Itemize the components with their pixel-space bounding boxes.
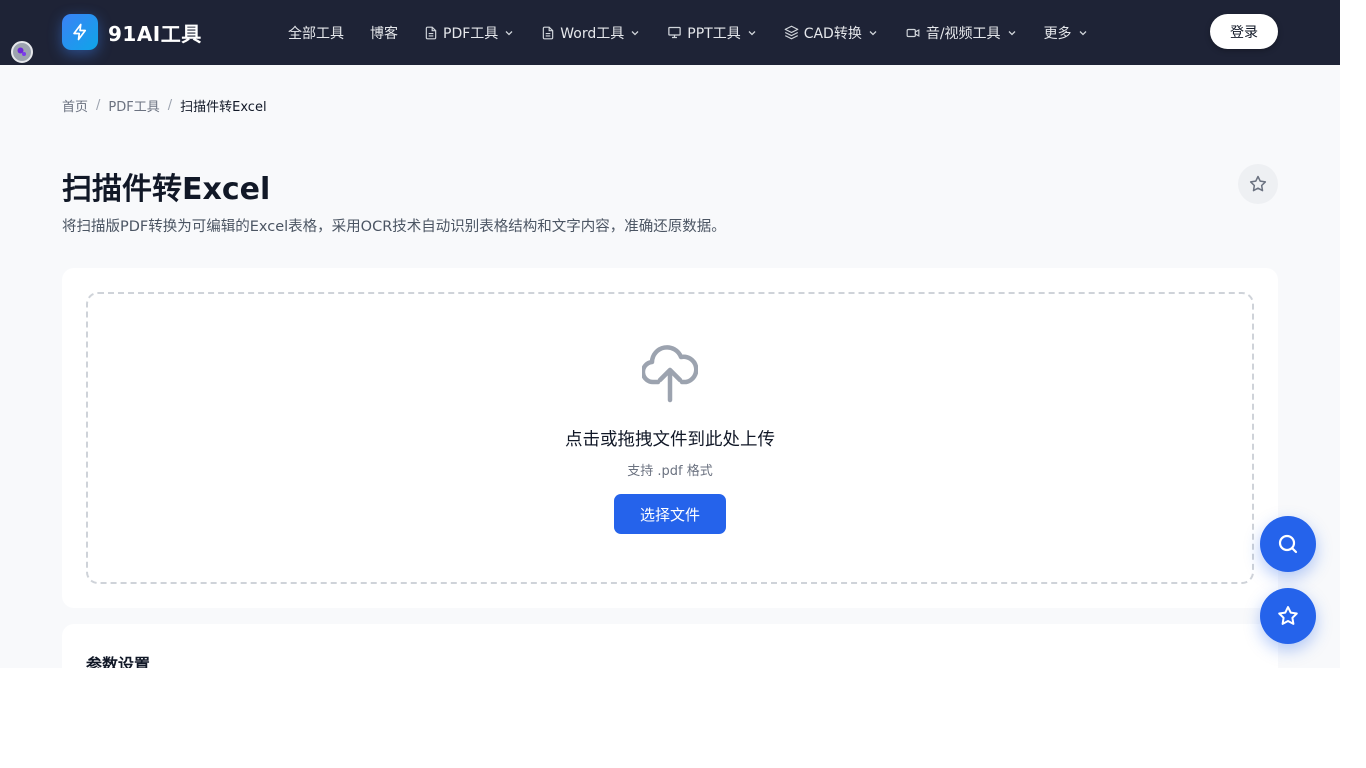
floating-favorite-button[interactable] — [1260, 588, 1316, 644]
breadcrumb-home[interactable]: 首页 — [62, 96, 88, 115]
chevron-down-icon — [505, 30, 513, 35]
nav-av-tools[interactable]: 音/视频工具 — [905, 23, 1018, 43]
nav-label: Word工具 — [560, 25, 625, 42]
nav-more[interactable]: 更多 — [1044, 23, 1089, 43]
presentation-icon — [668, 26, 682, 39]
nav-pdf-tools[interactable]: PDF工具 — [424, 23, 515, 43]
nav-label: CAD转换 — [803, 25, 862, 42]
nav-label: 全部工具 — [288, 25, 344, 42]
lightning-icon — [62, 14, 98, 50]
page-viewport: 91AI工具 全部工具 博客 PDF工具 Word工具 PPT工具 CAD转换 … — [0, 0, 1340, 668]
nav-label: 博客 — [370, 25, 398, 42]
site-logo[interactable]: 91AI工具 — [62, 14, 202, 50]
login-button[interactable]: 登录 — [1210, 14, 1278, 49]
nav-word-tools[interactable]: Word工具 — [541, 23, 641, 43]
file-icon — [425, 26, 437, 39]
nav-all-tools[interactable]: 全部工具 — [288, 23, 344, 43]
params-card: 参数设置 — [62, 624, 1278, 668]
nav-blog[interactable]: 博客 — [370, 23, 398, 43]
video-icon — [906, 28, 920, 37]
main-nav: 全部工具 博客 PDF工具 Word工具 PPT工具 CAD转换 音/视频工具 … — [288, 0, 1115, 65]
extension-badge-icon[interactable] — [11, 41, 33, 63]
favorite-button[interactable] — [1238, 164, 1278, 204]
star-icon — [1249, 175, 1267, 192]
nav-label: 更多 — [1043, 25, 1072, 42]
search-icon — [1278, 534, 1298, 554]
nav-label: PPT工具 — [687, 25, 741, 42]
floating-search-button[interactable] — [1260, 516, 1316, 572]
cloud-upload-icon — [642, 345, 698, 403]
nav-ppt-tools[interactable]: PPT工具 — [667, 23, 757, 43]
upload-format-hint: 支持 .pdf 格式 — [627, 464, 713, 479]
logo-text: 91AI工具 — [108, 21, 202, 46]
nav-label: PDF工具 — [443, 25, 499, 42]
chevron-down-icon — [1079, 30, 1087, 35]
nav-label: 音/视频工具 — [925, 25, 1001, 42]
upload-title: 点击或拖拽文件到此处上传 — [565, 430, 775, 450]
chevron-down-icon — [748, 30, 756, 35]
chevron-down-icon — [631, 30, 639, 35]
layers-icon — [784, 25, 799, 40]
breadcrumb-separator: / — [96, 98, 101, 113]
chevron-down-icon — [1008, 30, 1016, 35]
breadcrumb-current: 扫描件转Excel — [180, 100, 267, 115]
top-navbar: 91AI工具 全部工具 博客 PDF工具 Word工具 PPT工具 CAD转换 … — [0, 0, 1340, 65]
star-icon — [1278, 606, 1298, 625]
page-description: 将扫描版PDF转换为可编辑的Excel表格，采用OCR技术自动识别表格结构和文字… — [62, 219, 726, 235]
breadcrumb-separator: / — [167, 98, 173, 113]
page-title: 扫描件转Excel — [62, 172, 271, 207]
upload-dropzone[interactable]: 点击或拖拽文件到此处上传 支持 .pdf 格式 选择文件 — [86, 292, 1254, 584]
upload-card: 点击或拖拽文件到此处上传 支持 .pdf 格式 选择文件 — [62, 268, 1278, 608]
breadcrumb-pdf-tools[interactable]: PDF工具 — [108, 96, 159, 115]
nav-cad-convert[interactable]: CAD转换 — [784, 23, 879, 43]
breadcrumb: 首页 / PDF工具 / 扫描件转Excel — [62, 96, 267, 115]
select-file-button[interactable]: 选择文件 — [614, 494, 726, 534]
chevron-down-icon — [869, 30, 877, 35]
params-title: 参数设置 — [86, 655, 151, 668]
file-icon — [543, 26, 554, 39]
